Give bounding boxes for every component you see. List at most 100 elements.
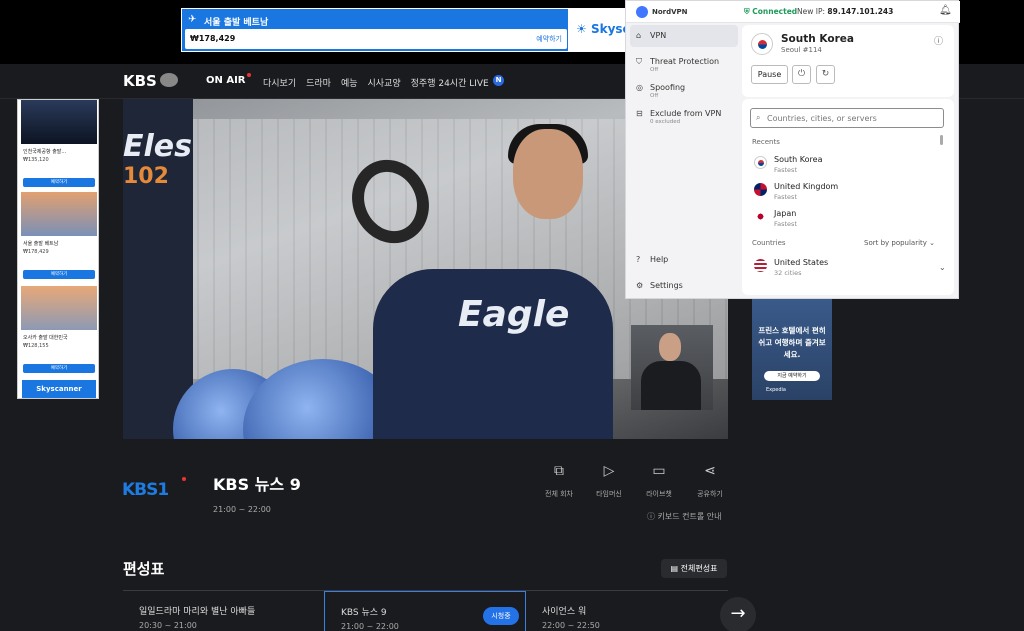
nordvpn-logo: NordVPN	[636, 6, 688, 18]
pause-button[interactable]: Pause	[751, 65, 788, 84]
sidebar-item-vpn[interactable]: ⌂ VPN	[630, 25, 738, 47]
sidebar-item-status: 0 excluded	[650, 119, 681, 125]
keyboard-guide-link[interactable]: ⓘ 키보드 컨트롤 안내	[647, 511, 722, 522]
control-label: 타임머신	[596, 490, 622, 498]
recent-name: Japan	[774, 209, 797, 218]
reconnect-button[interactable]: ↻	[816, 65, 835, 84]
share-button[interactable]: ⋖ 공유하기	[688, 463, 732, 499]
nav-replay[interactable]: 다시보기	[263, 76, 296, 89]
sidebar-item-help[interactable]: ? Help	[630, 249, 738, 271]
sidebar-item-label: Settings	[650, 281, 683, 290]
ad-item[interactable]: 인천국제공항 출발... ₩135,120 예약하기	[19, 100, 99, 192]
sidebar-item-label: Spoofing	[650, 83, 686, 92]
ad-price-field[interactable]: ₩178,429 예약하기	[185, 29, 567, 49]
ad-book-button[interactable]: 지금 예약하기	[764, 371, 820, 381]
country-item-united-states[interactable]: United States 32 cities ⌄	[752, 256, 946, 282]
ip-label: New IP:	[797, 7, 826, 16]
schedule-next-arrow-icon[interactable]: →	[720, 597, 756, 631]
bell-icon[interactable]: 🔔︎	[939, 5, 952, 16]
ad-text: 프린스 호텔에서 편히 쉬고 여행하며 즐겨보세요.	[758, 326, 826, 359]
timemachine-icon: ▷	[603, 463, 615, 479]
ad-item[interactable]: 서울 출발 베트남 ₩178,429 예약하기	[19, 192, 99, 284]
skyscanner-brand[interactable]: Skyscanner	[22, 380, 96, 398]
left-side-ad[interactable]: 인천국제공항 출발... ₩135,120 예약하기 서울 출발 베트남 ₩17…	[17, 99, 99, 399]
control-label: 전체 회차	[545, 490, 573, 498]
recent-sub: Fastest	[774, 193, 797, 201]
livechat-button[interactable]: ▭ 라이브챗	[637, 463, 681, 499]
sidebar-item-spoofing[interactable]: ◎ Spoofing Off	[630, 77, 738, 99]
skyscanner-logo: ☀ Skysc	[576, 22, 630, 36]
uk-flag-icon	[754, 183, 767, 196]
ad-item-title: 인천국제공항 출발...	[23, 149, 67, 155]
recent-item-south-korea[interactable]: South Korea Fastest	[752, 153, 942, 179]
country-search-input[interactable]: ⌕ Countries, cities, or servers	[750, 108, 944, 128]
all-episodes-button[interactable]: ⧉ 전체 회차	[537, 463, 581, 499]
ad-image	[21, 286, 97, 330]
power-icon: ⏻	[797, 69, 806, 79]
schedule-item-current[interactable]: KBS 뉴스 9 21:00 ~ 22:00 시청중	[324, 591, 526, 631]
recent-name: United Kingdom	[774, 182, 839, 191]
ad-book-button[interactable]: 예약하기	[23, 270, 95, 279]
schedule-icon: ▤	[670, 564, 679, 573]
sidebar-item-exclude[interactable]: ⊟ Exclude from VPN 0 excluded	[630, 103, 738, 125]
recent-item-japan[interactable]: Japan Fastest	[752, 207, 942, 233]
skyscanner-top-ad[interactable]: ✈ 서울 출발 베트남 ₩178,429 예약하기 ☀ Skysc	[181, 8, 631, 52]
sidebar-item-threat-protection[interactable]: ⛉ Threat Protection Off	[630, 51, 738, 73]
keyboard-guide-label: 키보드 컨트롤 안내	[657, 512, 722, 521]
ad-title: 서울 출발 베트남	[204, 18, 269, 28]
nav-current-affairs[interactable]: 시사교양	[368, 76, 401, 89]
control-label: 라이브챗	[646, 490, 672, 498]
country-name: United States	[774, 258, 829, 267]
sidebar-item-settings[interactable]: ⚙ Settings	[630, 275, 738, 297]
signer-head	[659, 333, 681, 361]
ad-book-button[interactable]: 예약하기	[23, 178, 95, 187]
help-icon: ?	[636, 255, 641, 264]
plane-icon: ✈	[188, 14, 197, 25]
channel-logo: KBS1	[122, 480, 169, 500]
schedule-title: 사이언스 워	[542, 607, 587, 617]
schedule-item[interactable]: 일일드라마 마리와 별난 아빠들 20:30 ~ 21:00	[123, 591, 324, 631]
recent-item-united-kingdom[interactable]: United Kingdom Fastest	[752, 180, 942, 206]
recent-sub: Fastest	[774, 166, 797, 174]
japan-flag-icon	[754, 210, 767, 223]
schedule-time: 20:30 ~ 21:00	[139, 621, 197, 630]
ad-search-panel: ✈ 서울 출발 베트남 ₩178,429 예약하기	[181, 8, 569, 52]
kbs-logo[interactable]: KBS	[123, 72, 157, 90]
nav-drama[interactable]: 드라마	[306, 76, 331, 89]
channel-live-dot-icon	[182, 477, 186, 481]
ad-item-title: 오사카 출발 대한민국	[23, 335, 68, 341]
ad-item[interactable]: 오사카 출발 대한민국 ₩128,155 예약하기	[19, 286, 99, 378]
search-icon: ⌕	[756, 113, 761, 122]
chat-icon: ▭	[652, 463, 666, 479]
on-air-link[interactable]: ON AIR	[206, 75, 246, 86]
ad-book-button[interactable]: 예약하기	[536, 34, 562, 44]
schedule-item[interactable]: 사이언스 워 22:00 ~ 22:50	[526, 591, 728, 631]
home-icon: ⌂	[636, 31, 642, 40]
info-icon[interactable]: ⓘ	[934, 34, 943, 47]
schedule-list: 일일드라마 마리와 별난 아빠들 20:30 ~ 21:00 KBS 뉴스 9 …	[123, 590, 728, 631]
ad-book-button[interactable]: 예약하기	[23, 364, 95, 373]
full-schedule-button[interactable]: ▤ 전체편성표	[661, 559, 727, 578]
ad-item-price: ₩128,155	[23, 343, 49, 349]
timemachine-button[interactable]: ▷ 타임머신	[587, 463, 631, 499]
sort-dropdown[interactable]: Sort by popularity ⌄	[864, 239, 935, 247]
schedule-title: 일일드라마 마리와 별난 아빠들	[139, 607, 256, 617]
chevron-down-icon[interactable]: ⌄	[939, 263, 946, 272]
new-badge: N	[493, 75, 504, 86]
skyscanner-brand: Skysc	[590, 22, 630, 36]
disconnect-button[interactable]: ⏻	[792, 65, 811, 84]
nordvpn-sidebar: ⌂ VPN ⛉ Threat Protection Off ◎ Spoofing…	[630, 25, 738, 295]
right-side-ad[interactable]: 프린스 호텔에서 편히 쉬고 여행하며 즐겨보세요. 지금 예약하기 Exped…	[752, 299, 832, 400]
ip-value: 89.147.101.243	[827, 7, 894, 16]
schedule-time: 22:00 ~ 22:50	[542, 621, 600, 630]
connected-country: South Korea	[781, 33, 854, 45]
nav-entertainment[interactable]: 예능	[341, 76, 358, 89]
scrollbar[interactable]	[940, 135, 943, 145]
sidebar-item-label: Exclude from VPN	[650, 109, 722, 118]
nav-24h-live[interactable]: 정주행 24시간 LIVE	[411, 76, 489, 89]
schedule-heading: 편성표	[123, 560, 165, 578]
kbs-logo-circle-icon	[160, 73, 178, 87]
signer-body	[641, 361, 701, 410]
recents-heading: Recents	[752, 138, 780, 146]
sidebar-item-label: Threat Protection	[650, 57, 720, 66]
